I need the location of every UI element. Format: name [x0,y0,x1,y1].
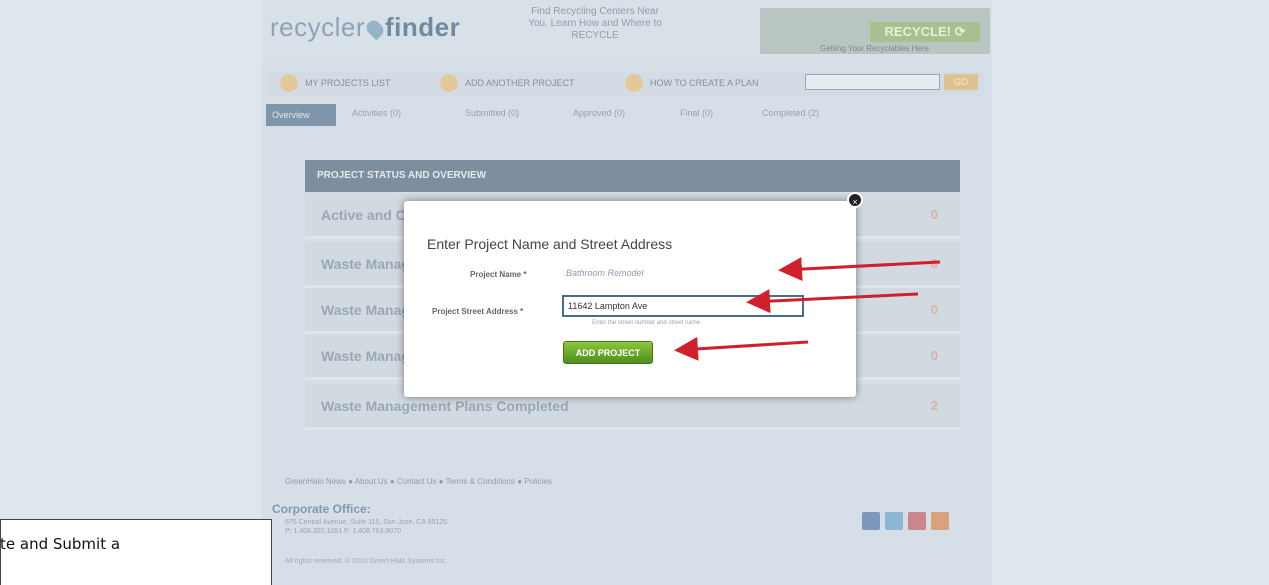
arrow-to-project-name [778,257,941,282]
arrow-to-add-button [674,336,809,361]
page: recycler finder Find Recycling Centers Ne… [0,0,1269,585]
annotation-arrows [674,257,941,361]
arrow-to-address [746,289,919,314]
